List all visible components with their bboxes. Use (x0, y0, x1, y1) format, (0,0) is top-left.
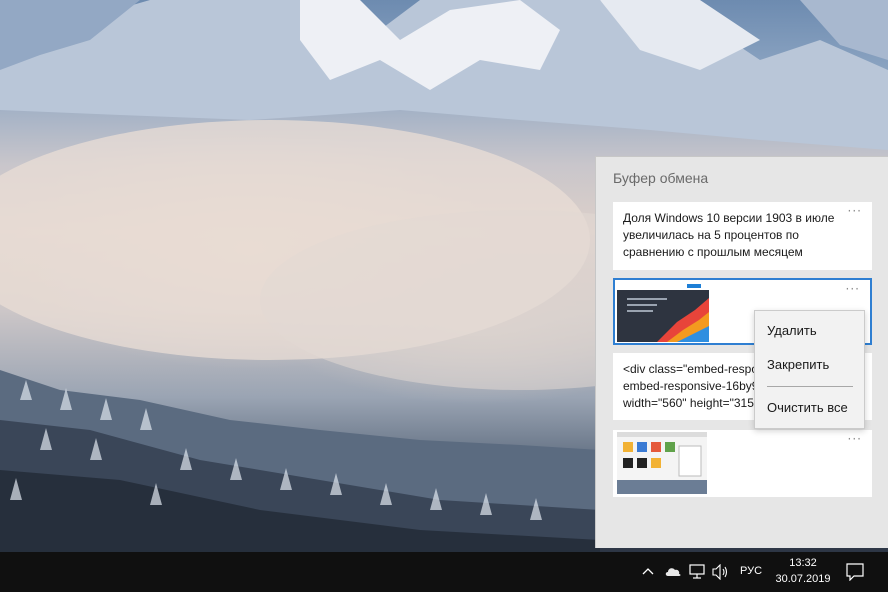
network-icon[interactable] (689, 564, 705, 580)
onedrive-cloud-icon[interactable] (664, 565, 682, 577)
clipboard-item-content: Доля Windows 10 версии 1903 в июле увели… (623, 211, 835, 259)
notification-icon[interactable] (846, 563, 864, 581)
input-language-indicator[interactable]: РУС (740, 565, 762, 577)
screenshot-thumbnail (617, 432, 707, 494)
clipboard-item-image[interactable]: ··· (613, 430, 872, 497)
taskbar: РУС 13:32 30.07.2019 (0, 552, 888, 592)
chevron-up-icon[interactable] (642, 566, 654, 576)
menu-item-pin[interactable]: Закрепить (767, 357, 829, 372)
screenshot-thumbnail (617, 282, 709, 342)
clock-date: 30.07.2019 (775, 573, 831, 585)
menu-item-clear-all[interactable]: Очистить все (767, 400, 848, 415)
panel-title: Буфер обмена (613, 170, 709, 186)
volume-icon[interactable] (712, 564, 730, 580)
more-options-icon[interactable]: ··· (848, 432, 862, 446)
menu-separator (767, 386, 853, 387)
item-context-menu: Удалить Закрепить Очистить все (754, 310, 865, 429)
clock-time: 13:32 (789, 557, 817, 569)
taskbar-clock[interactable]: 13:32 30.07.2019 (773, 555, 833, 587)
menu-item-delete[interactable]: Удалить (767, 323, 817, 338)
more-options-icon[interactable]: ··· (848, 204, 862, 218)
clipboard-item-text[interactable]: Доля Windows 10 версии 1903 в июле увели… (613, 202, 872, 270)
more-options-icon[interactable]: ··· (846, 282, 860, 296)
